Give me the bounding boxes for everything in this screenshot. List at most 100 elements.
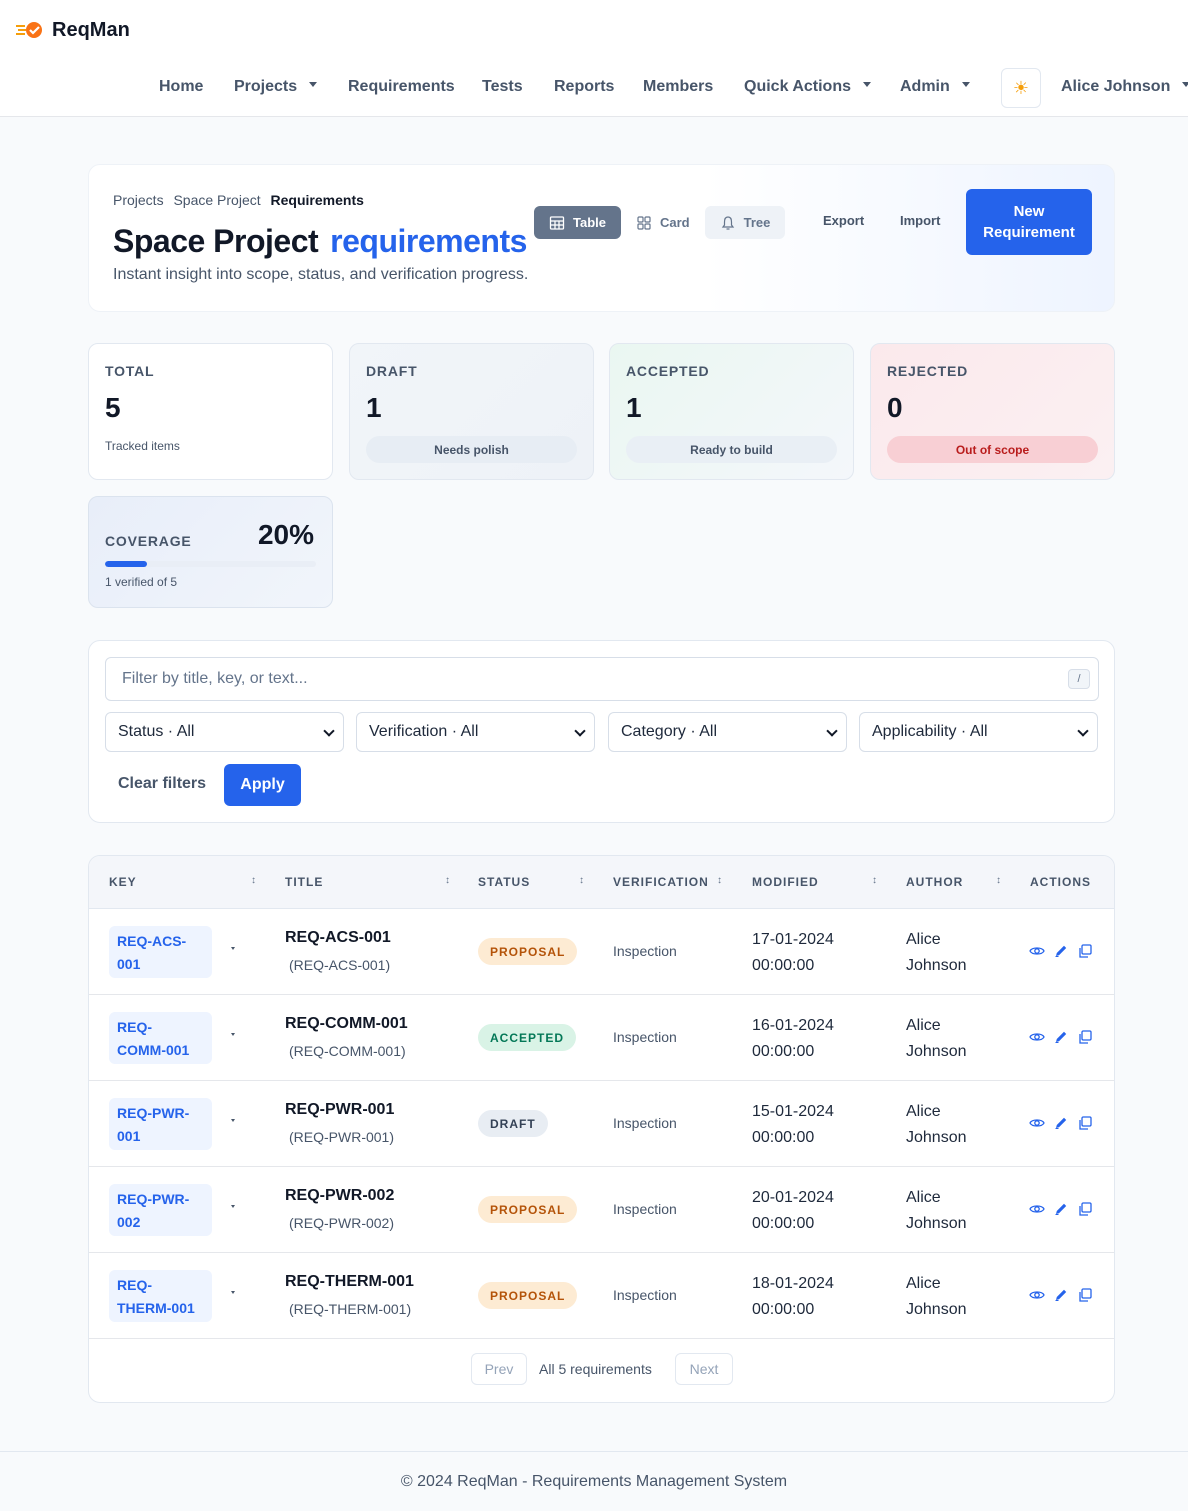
expand-caret-icon[interactable] (231, 1033, 235, 1036)
prev-page-button[interactable]: Prev (471, 1353, 527, 1385)
view-icon[interactable] (1029, 1029, 1045, 1045)
requirement-subtitle: (REQ-PWR-002) (289, 1215, 395, 1231)
modified-date: 16-01-2024 00:00:00 (752, 1017, 834, 1060)
next-page-button[interactable]: Next (675, 1353, 733, 1385)
chevron-down-icon (1182, 82, 1188, 88)
view-table-button[interactable]: Table (534, 206, 621, 239)
nav-reports[interactable]: Reports (554, 78, 614, 96)
edit-icon[interactable] (1053, 943, 1069, 959)
nav-projects[interactable]: Projects (234, 78, 318, 96)
status-filter-select[interactable]: Status · All (105, 712, 344, 752)
theme-toggle-button[interactable]: ☀ (1001, 68, 1041, 108)
view-icon[interactable] (1029, 943, 1045, 959)
column-title[interactable]: TITLE (285, 875, 323, 889)
stat-label: ACCEPTED (626, 363, 710, 379)
column-author[interactable]: AUTHOR (906, 875, 963, 889)
requirement-title[interactable]: REQ-THERM-001 (285, 1273, 414, 1291)
applicability-filter-select[interactable]: Applicability · All (859, 712, 1098, 752)
row-actions (1029, 943, 1093, 959)
nav-quick-actions[interactable]: Quick Actions (744, 78, 871, 96)
requirement-subtitle: (REQ-PWR-001) (289, 1129, 395, 1145)
view-icon[interactable] (1029, 1201, 1045, 1217)
new-requirement-button[interactable]: New Requirement (966, 189, 1092, 255)
breadcrumb: Projects Space Project Requirements (113, 192, 370, 208)
stat-draft-card: DRAFT 1 Needs polish (349, 343, 594, 480)
column-verification[interactable]: VERIFICATION (613, 875, 709, 889)
import-button[interactable]: Import (900, 213, 940, 228)
requirement-key-link[interactable]: REQ-PWR- 001 (109, 1098, 212, 1150)
requirement-title[interactable]: REQ-PWR-002 (285, 1187, 394, 1205)
filters-panel: / Status · All Verification · All Catego… (88, 640, 1115, 823)
nav-admin[interactable]: Admin (900, 78, 970, 96)
sort-icon[interactable]: ↕ (251, 875, 256, 886)
sort-icon[interactable]: ↕ (579, 875, 584, 886)
user-menu[interactable]: Alice Johnson (1061, 78, 1188, 96)
expand-caret-icon[interactable] (231, 1119, 235, 1122)
clear-filters-button[interactable]: Clear filters (118, 775, 206, 793)
expand-caret-icon[interactable] (231, 1205, 235, 1208)
search-input[interactable] (105, 657, 1099, 701)
breadcrumb-space-project[interactable]: Space Project (173, 192, 260, 208)
duplicate-icon[interactable] (1077, 1201, 1093, 1217)
nav-members[interactable]: Members (643, 78, 713, 96)
chevron-down-icon (574, 725, 586, 737)
view-card-button[interactable]: Card (621, 206, 705, 239)
edit-icon[interactable] (1053, 1287, 1069, 1303)
column-status[interactable]: STATUS (478, 875, 530, 889)
requirement-subtitle: (REQ-COMM-001) (289, 1043, 406, 1059)
view-icon[interactable] (1029, 1115, 1045, 1131)
export-button[interactable]: Export (823, 213, 864, 228)
apply-button[interactable]: Apply (224, 764, 301, 806)
requirement-key-link[interactable]: REQ-PWR- 002 (109, 1184, 212, 1236)
sort-icon[interactable]: ↕ (445, 875, 450, 886)
expand-caret-icon[interactable] (231, 1291, 235, 1294)
requirement-subtitle: (REQ-ACS-001) (289, 957, 391, 973)
view-icon[interactable] (1029, 1287, 1045, 1303)
stat-value: 0 (887, 392, 903, 423)
requirement-title[interactable]: REQ-COMM-001 (285, 1015, 408, 1033)
requirement-key-link[interactable]: REQ- COMM-001 (109, 1012, 212, 1064)
requirement-title[interactable]: REQ-PWR-001 (285, 1101, 394, 1119)
page-subtitle: Instant insight into scope, status, and … (113, 266, 529, 283)
stat-label: REJECTED (887, 363, 969, 379)
table-header: KEY ↕ TITLE ↕ STATUS ↕ VERIFICATION ↕ MO… (89, 856, 1114, 909)
duplicate-icon[interactable] (1077, 1115, 1093, 1131)
verification-filter-select[interactable]: Verification · All (356, 712, 595, 752)
edit-icon[interactable] (1053, 1029, 1069, 1045)
requirement-key-link[interactable]: REQ- THERM-001 (109, 1270, 212, 1322)
grid-icon (637, 215, 651, 230)
author-name: Alice Johnson (906, 931, 967, 974)
stat-accepted-card: ACCEPTED 1 Ready to build (609, 343, 854, 480)
requirement-title[interactable]: REQ-ACS-001 (285, 929, 391, 947)
sort-icon[interactable]: ↕ (872, 875, 877, 886)
view-card-label: Card (660, 215, 690, 230)
nav-requirements[interactable]: Requirements (348, 78, 455, 96)
duplicate-icon[interactable] (1077, 1287, 1093, 1303)
edit-icon[interactable] (1053, 1115, 1069, 1131)
view-tree-button[interactable]: Tree (704, 206, 786, 239)
brand[interactable]: ReqMan (16, 17, 130, 43)
chevron-down-icon (323, 725, 335, 737)
stat-value: 5 (105, 392, 121, 423)
edit-icon[interactable] (1053, 1201, 1069, 1217)
column-modified[interactable]: MODIFIED (752, 875, 819, 889)
category-filter-select[interactable]: Category · All (608, 712, 847, 752)
breadcrumb-projects[interactable]: Projects (113, 192, 164, 208)
row-actions (1029, 1029, 1093, 1045)
expand-caret-icon[interactable] (231, 947, 235, 950)
chevron-down-icon (862, 82, 871, 88)
requirement-key-link[interactable]: REQ-ACS- 001 (109, 926, 212, 978)
duplicate-icon[interactable] (1077, 943, 1093, 959)
chevron-down-icon (309, 82, 318, 88)
nav-home[interactable]: Home (159, 78, 203, 96)
duplicate-icon[interactable] (1077, 1029, 1093, 1045)
requirement-subtitle: (REQ-THERM-001) (289, 1301, 412, 1317)
stat-hint: Tracked items (105, 439, 180, 453)
page-title: Space Project requirements (113, 223, 527, 259)
sort-icon[interactable]: ↕ (717, 875, 722, 886)
sort-icon[interactable]: ↕ (996, 875, 1001, 886)
bell-icon (721, 215, 734, 230)
column-key[interactable]: KEY (109, 875, 137, 889)
nav-tests[interactable]: Tests (482, 78, 523, 96)
reqman-logo-icon (16, 17, 44, 43)
